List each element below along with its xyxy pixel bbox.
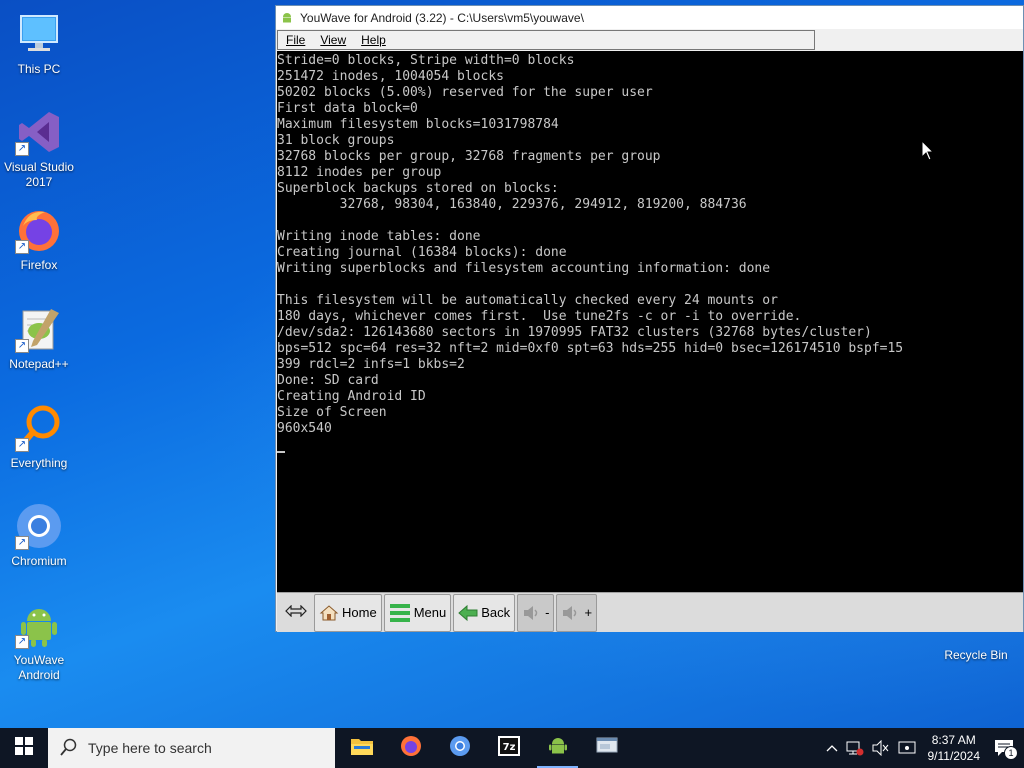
window-title: YouWave for Android (3.22) - C:\Users\vm… (300, 10, 584, 25)
back-arrow-icon (458, 604, 478, 622)
desktop-icon-label: Firefox (20, 258, 58, 272)
firefox-icon: ↗ (15, 206, 63, 254)
system-tray: 8:37 AM 9/11/2024 1 (822, 728, 1024, 768)
search-placeholder: Type here to search (88, 740, 212, 756)
7zip-icon: 7z (497, 735, 521, 762)
taskbar-7zip[interactable]: 7z (484, 728, 533, 768)
desktop-icon-youwave[interactable]: ↗ YouWave Android (1, 601, 77, 683)
clock-date: 9/11/2024 (927, 749, 981, 763)
menu-bar: File View Help (277, 30, 815, 50)
windows-logo-icon (15, 736, 33, 760)
volume-muted-icon[interactable] (872, 740, 890, 756)
taskbar: Type here to search 7z 8:37 AM 9/11/2024… (0, 728, 1024, 768)
volume-up-button[interactable]: + (556, 593, 598, 632)
house-icon (319, 603, 339, 623)
shortcut-arrow-icon: ↗ (15, 240, 29, 254)
clock-time: 8:37 AM (931, 733, 976, 747)
desktop-icon-label: Everything (10, 456, 68, 470)
menu-file[interactable]: File (278, 33, 312, 47)
ime-icon[interactable] (898, 740, 916, 756)
home-button[interactable]: Home (314, 593, 382, 632)
chromium-icon (448, 734, 472, 763)
notification-count-badge: 1 (1004, 746, 1018, 760)
desktop-icon-firefox[interactable]: ↗ Firefox (1, 206, 77, 273)
back-label: Back (481, 605, 511, 620)
shortcut-arrow-icon: ↗ (15, 438, 29, 452)
rotate-button[interactable] (280, 594, 312, 632)
desktop-icon-this-pc[interactable]: This PC (1, 10, 77, 77)
youwave-window: YouWave for Android (3.22) - C:\Users\vm… (275, 5, 1024, 632)
console-text: Stride=0 blocks, Stripe width=0 blocks 2… (277, 53, 904, 436)
speaker-icon (522, 604, 542, 622)
firefox-icon (399, 734, 423, 763)
emulator-toolbar: Home Menu Back - + (277, 592, 1023, 632)
shortcut-arrow-icon: ↗ (15, 142, 29, 156)
double-arrow-icon (285, 604, 307, 620)
menu-button[interactable]: Menu (383, 593, 452, 632)
window-app-icon (595, 736, 619, 761)
start-button[interactable] (0, 728, 48, 768)
desktop-icon-label: YouWave Android (13, 653, 65, 682)
search-icon (60, 738, 78, 759)
android-icon (547, 735, 569, 762)
back-button[interactable]: Back (453, 593, 516, 632)
visual-studio-icon: ↗ (15, 108, 63, 156)
chromium-icon: ↗ (15, 502, 63, 550)
desktop-icon-notepadpp[interactable]: ↗ Notepad++ (1, 305, 77, 372)
chevron-up-icon[interactable] (826, 744, 838, 752)
taskbar-youwave[interactable] (533, 728, 582, 768)
menu-help-label: Help (361, 33, 386, 47)
svg-text:7z: 7z (502, 742, 515, 753)
desktop-icon-label: Chromium (11, 554, 67, 568)
console-cursor (277, 451, 285, 453)
shortcut-arrow-icon: ↗ (15, 339, 29, 353)
volume-up-label: + (584, 605, 593, 620)
computer-icon (15, 10, 63, 58)
console-output[interactable]: Stride=0 blocks, Stripe width=0 blocks 2… (277, 51, 1023, 592)
speaker-icon (561, 604, 581, 622)
shortcut-arrow-icon: ↗ (15, 635, 29, 649)
menu-help[interactable]: Help (353, 33, 393, 47)
taskbar-remote-app[interactable] (582, 728, 631, 768)
mouse-pointer-icon (921, 139, 935, 167)
menu-view[interactable]: View (312, 33, 353, 47)
taskbar-clock[interactable]: 8:37 AM 9/11/2024 (928, 732, 981, 764)
home-label: Home (342, 605, 377, 620)
desktop-icon-label: Visual Studio 2017 (4, 160, 74, 189)
taskbar-file-explorer[interactable] (337, 728, 386, 768)
desktop-icon-label: Notepad++ (9, 357, 69, 371)
android-icon: ↗ (15, 601, 63, 649)
shortcut-arrow-icon: ↗ (15, 536, 29, 550)
window-titlebar[interactable]: YouWave for Android (3.22) - C:\Users\vm… (276, 6, 1023, 29)
desktop-icon-label: This PC (17, 62, 61, 76)
menu-list-icon (389, 602, 411, 624)
desktop-icon-visual-studio[interactable]: ↗ Visual Studio 2017 (1, 108, 77, 190)
everything-search-icon: ↗ (15, 404, 63, 452)
android-icon (280, 11, 294, 25)
taskbar-firefox[interactable] (386, 728, 435, 768)
desktop-icon-everything[interactable]: ↗ Everything (1, 404, 77, 471)
notepadpp-icon: ↗ (15, 305, 63, 353)
menu-file-label: File (286, 33, 306, 47)
taskbar-search-box[interactable]: Type here to search (48, 728, 335, 768)
menu-view-label: View (320, 33, 347, 47)
desktop-icon-label: Recycle Bin (944, 648, 1008, 662)
notifications-icon[interactable]: 1 (994, 739, 1018, 760)
desktop-icon-chromium[interactable]: ↗ Chromium (1, 502, 77, 569)
menu-label: Menu (413, 605, 447, 620)
taskbar-chromium[interactable] (435, 728, 484, 768)
volume-down-label: - (545, 605, 550, 620)
network-icon[interactable] (846, 740, 864, 756)
volume-down-button[interactable]: - (517, 593, 555, 632)
folder-icon (350, 736, 374, 761)
